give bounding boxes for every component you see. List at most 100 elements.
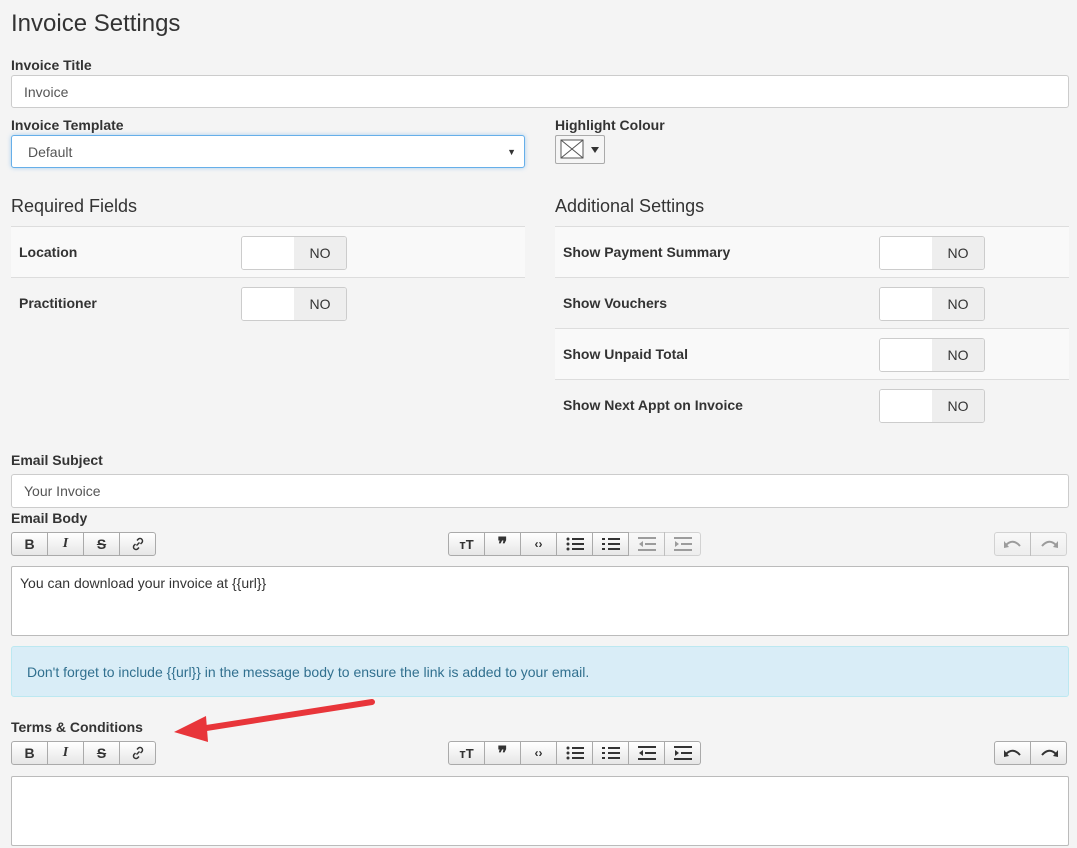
numbered-list-button[interactable]: [592, 532, 629, 556]
code-icon: ‹›: [534, 746, 543, 760]
outdent-button[interactable]: [628, 741, 665, 765]
unpaid-total-label: Show Unpaid Total: [563, 346, 688, 362]
undo-icon: [1003, 540, 1021, 548]
redo-button[interactable]: [1030, 741, 1067, 765]
toggle-knob: [880, 339, 932, 371]
code-button[interactable]: ‹›: [520, 741, 557, 765]
italic-icon: I: [62, 536, 69, 551]
required-field-row-location: Location NO: [11, 226, 525, 277]
outdent-icon: [637, 537, 656, 551]
strikethrough-icon: S: [96, 745, 107, 761]
blockquote-button[interactable]: ❞: [484, 532, 521, 556]
code-icon: ‹›: [534, 537, 543, 551]
italic-button[interactable]: I: [47, 741, 84, 765]
invoice-title-label: Invoice Title: [11, 57, 92, 73]
numbered-list-icon: [601, 538, 620, 550]
practitioner-label: Practitioner: [19, 295, 97, 311]
email-subject-input[interactable]: Your Invoice: [11, 474, 1069, 508]
heading-icon: ᴛT: [459, 745, 474, 761]
vouchers-label: Show Vouchers: [563, 295, 667, 311]
link-icon: [132, 746, 143, 760]
invoice-title-value: Invoice: [24, 83, 69, 100]
link-icon: [132, 537, 143, 551]
heading-button[interactable]: ᴛT: [448, 741, 485, 765]
italic-icon: I: [62, 745, 69, 760]
email-body-format-toolbar: B I S: [11, 532, 156, 556]
email-body-block-toolbar: ᴛT ❞ ‹›: [448, 532, 701, 556]
no-colour-swatch-icon: [560, 139, 599, 159]
toggle-knob: [880, 390, 932, 422]
additional-settings-title: Additional Settings: [555, 196, 705, 216]
practitioner-toggle[interactable]: NO: [241, 287, 347, 321]
terms-label: Terms & Conditions: [11, 719, 143, 735]
location-toggle[interactable]: NO: [241, 236, 347, 270]
numbered-list-button[interactable]: [592, 741, 629, 765]
payment-summary-toggle[interactable]: NO: [879, 236, 985, 270]
indent-icon: [673, 746, 692, 760]
setting-row-vouchers: Show Vouchers NO: [555, 277, 1069, 328]
redo-icon: [1040, 749, 1058, 757]
invoice-template-value: Default: [28, 143, 73, 160]
highlight-colour-picker[interactable]: [555, 135, 605, 164]
invoice-template-select[interactable]: Default ▼: [11, 135, 525, 168]
bold-button[interactable]: B: [11, 532, 48, 556]
location-label: Location: [19, 244, 78, 260]
toggle-knob: [242, 237, 294, 269]
setting-row-unpaid-total: Show Unpaid Total NO: [555, 328, 1069, 379]
email-body-editor[interactable]: You can download your invoice at {{url}}: [11, 566, 1069, 636]
blockquote-icon: ❞: [497, 742, 508, 763]
indent-button[interactable]: [664, 741, 701, 765]
undo-button[interactable]: [994, 741, 1031, 765]
toggle-state: NO: [932, 237, 984, 269]
blockquote-button[interactable]: ❞: [484, 741, 521, 765]
next-appt-label: Show Next Appt on Invoice: [563, 397, 743, 413]
email-body-text: You can download your invoice at {{url}}: [20, 575, 267, 591]
link-button[interactable]: [119, 532, 156, 556]
code-button[interactable]: ‹›: [520, 532, 557, 556]
terms-editor[interactable]: [11, 776, 1069, 846]
terms-block-toolbar: ᴛT ❞ ‹›: [448, 741, 701, 765]
strikethrough-button[interactable]: S: [83, 532, 120, 556]
toggle-knob: [880, 237, 932, 269]
bullet-list-icon: [566, 746, 584, 760]
italic-button[interactable]: I: [47, 532, 84, 556]
blockquote-icon: ❞: [497, 533, 508, 554]
page-title: Invoice Settings: [11, 10, 181, 37]
indent-icon: [673, 537, 692, 551]
heading-button[interactable]: ᴛT: [448, 532, 485, 556]
terms-format-toolbar: B I S: [11, 741, 156, 765]
toggle-state: NO: [932, 339, 984, 371]
bullet-list-button[interactable]: [556, 532, 593, 556]
undo-button[interactable]: [994, 532, 1031, 556]
email-subject-label: Email Subject: [11, 452, 103, 468]
toggle-knob: [880, 288, 932, 320]
bullet-list-button[interactable]: [556, 741, 593, 765]
redo-icon: [1040, 540, 1058, 548]
setting-row-next-appt: Show Next Appt on Invoice NO: [555, 379, 1069, 430]
caret-down-icon: ▼: [507, 147, 516, 157]
toggle-state: NO: [294, 288, 346, 320]
bold-button[interactable]: B: [11, 741, 48, 765]
highlight-colour-label: Highlight Colour: [555, 117, 665, 133]
annotation-arrow: [174, 699, 375, 742]
indent-button[interactable]: [664, 532, 701, 556]
bold-icon: B: [24, 536, 35, 552]
bullet-list-icon: [566, 537, 584, 551]
email-body-history-toolbar: [994, 532, 1067, 556]
invoice-title-input[interactable]: Invoice: [11, 75, 1069, 108]
redo-button[interactable]: [1030, 532, 1067, 556]
invoice-template-label: Invoice Template: [11, 117, 124, 133]
payment-summary-label: Show Payment Summary: [563, 244, 731, 260]
link-button[interactable]: [119, 741, 156, 765]
strikethrough-button[interactable]: S: [83, 741, 120, 765]
vouchers-toggle[interactable]: NO: [879, 287, 985, 321]
unpaid-total-toggle[interactable]: NO: [879, 338, 985, 372]
required-fields-title: Required Fields: [11, 196, 138, 216]
next-appt-toggle[interactable]: NO: [879, 389, 985, 423]
outdent-icon: [637, 746, 656, 760]
outdent-button[interactable]: [628, 532, 665, 556]
alert-text: Don't forget to include {{url}} in the m…: [27, 663, 590, 680]
bold-icon: B: [24, 745, 35, 761]
toggle-state: NO: [294, 237, 346, 269]
toggle-state: NO: [932, 288, 984, 320]
